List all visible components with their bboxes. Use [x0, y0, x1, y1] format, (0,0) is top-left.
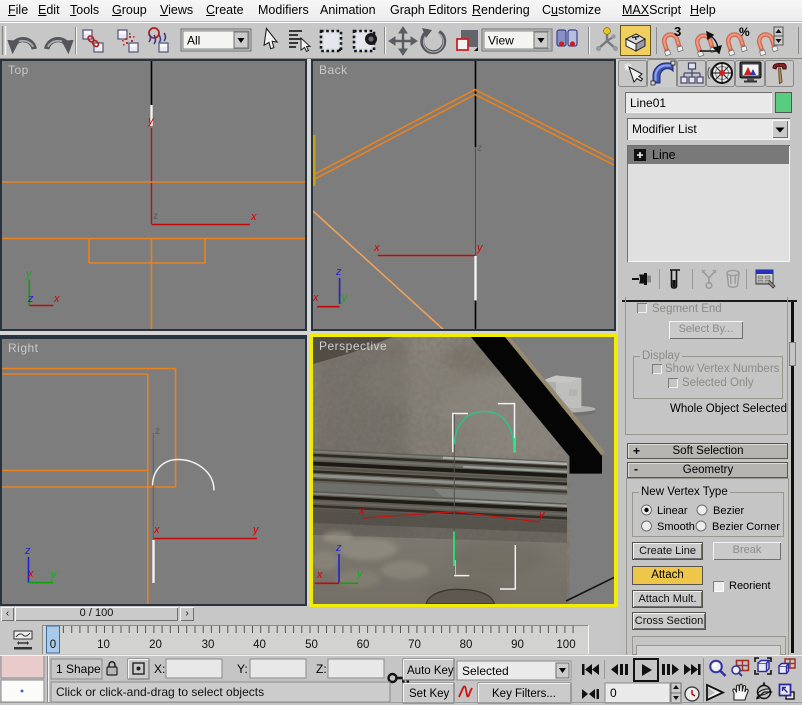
- svg-text:All: All: [187, 34, 200, 48]
- svg-text:x: x: [27, 568, 34, 580]
- svg-text:%: %: [739, 25, 750, 39]
- svg-text:y: y: [25, 268, 33, 280]
- svg-text:z: z: [24, 545, 31, 557]
- svg-text:z: z: [335, 266, 342, 278]
- svg-text:x: x: [250, 211, 257, 223]
- svg-text:y: y: [341, 292, 349, 304]
- svg-text:y: y: [252, 524, 260, 536]
- svg-text:y: y: [147, 115, 155, 127]
- svg-text:x: x: [373, 242, 380, 254]
- svg-text:y: y: [50, 569, 58, 581]
- svg-text:Y:: Y:: [237, 662, 248, 676]
- svg-text:z: z: [335, 542, 342, 554]
- svg-text:X:: X:: [154, 662, 165, 676]
- svg-text:y: y: [476, 242, 484, 254]
- svg-text:0: 0: [610, 686, 617, 700]
- svg-text:1 Shape: 1 Shape: [56, 662, 101, 676]
- svg-text:Auto Key: Auto Key: [407, 665, 454, 677]
- svg-text:x: x: [153, 524, 160, 536]
- svg-text:Selected: Selected: [462, 664, 509, 678]
- svg-text:Key Filters...: Key Filters...: [492, 688, 556, 700]
- svg-text:View: View: [488, 34, 514, 48]
- svg-text:80: 80: [460, 639, 473, 651]
- svg-text:z: z: [27, 293, 34, 305]
- svg-text:z: z: [477, 143, 482, 154]
- svg-text:60: 60: [357, 639, 370, 651]
- svg-text:90: 90: [511, 639, 524, 651]
- svg-text:50: 50: [305, 639, 318, 651]
- svg-text:x: x: [53, 293, 60, 305]
- svg-text:3: 3: [674, 24, 681, 39]
- svg-text:Click or click-and-drag to sel: Click or click-and-drag to select object…: [56, 685, 264, 699]
- svg-text:70: 70: [408, 639, 421, 651]
- svg-text:10: 10: [97, 639, 110, 651]
- svg-text:0: 0: [50, 639, 56, 651]
- svg-text:Z:: Z:: [316, 662, 327, 676]
- svg-text:z: z: [155, 426, 160, 437]
- svg-text:20: 20: [149, 639, 162, 651]
- svg-text:100: 100: [556, 639, 575, 651]
- svg-text:x: x: [313, 292, 319, 304]
- svg-text:40: 40: [253, 639, 266, 651]
- svg-text:Set Key: Set Key: [409, 688, 450, 700]
- svg-text:z: z: [153, 211, 158, 222]
- svg-text:x: x: [358, 505, 365, 517]
- svg-text:30: 30: [202, 639, 215, 651]
- svg-text:x: x: [316, 569, 323, 581]
